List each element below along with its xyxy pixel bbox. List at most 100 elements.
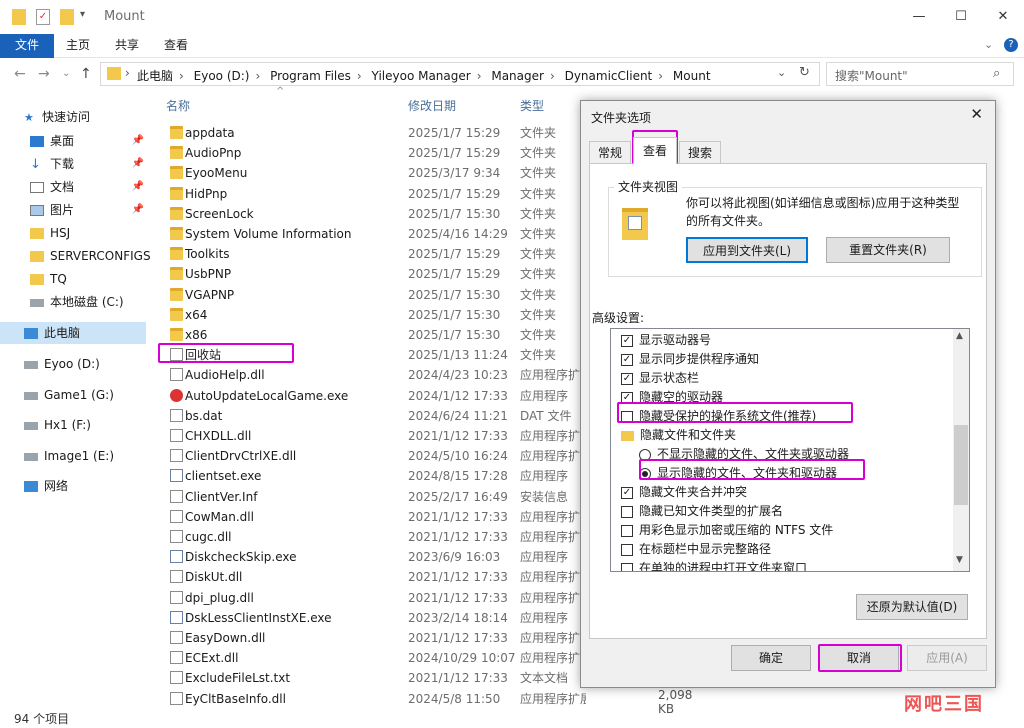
column-header-type[interactable]: 类型 — [520, 97, 544, 114]
customize-toolbar-icon[interactable]: ▾ — [80, 9, 94, 25]
file-row[interactable]: 回收站 2025/1/13 11:24 文件夹 — [166, 345, 586, 365]
file-row[interactable]: CowMan.dll 2021/1/12 17:33 应用程序扩展 — [166, 507, 586, 527]
file-row[interactable]: Toolkits 2025/1/7 15:29 文件夹 — [166, 244, 586, 264]
file-row[interactable]: EyooMenu 2025/3/17 9:34 文件夹 — [166, 163, 586, 183]
apply-to-folders-button[interactable]: 应用到文件夹(L) — [686, 237, 808, 263]
advanced-settings-list[interactable]: ✓ 显示驱动器号 ✓ 显示同步提供程序通知 ✓ 显示状态栏 ✓ 隐藏空的驱动器 隐藏受保护的操作… — [610, 328, 970, 572]
nav-item-image1-e[interactable]: Image1 (E:) — [0, 445, 150, 467]
crumb-eyoo-d[interactable]: Eyoo (D:) — [194, 69, 250, 83]
file-row[interactable]: CHXDLL.dll 2021/1/12 17:33 应用程序扩展 — [166, 426, 586, 446]
refresh-icon[interactable]: ↻ — [799, 65, 810, 80]
option-item[interactable]: 隐藏已知文件类型的扩展名 — [621, 502, 783, 520]
nav-item-eyoo-d[interactable]: Eyoo (D:) — [0, 353, 150, 375]
checkbox-unchecked[interactable] — [621, 562, 633, 571]
checkbox-checked[interactable]: ✓ — [621, 486, 633, 499]
checkbox-checked[interactable]: ✓ — [621, 372, 633, 385]
checkbox-checked[interactable]: ✓ — [621, 391, 633, 404]
file-row[interactable]: x64 2025/1/7 15:30 文件夹 — [166, 305, 586, 325]
crumb-manager[interactable]: Manager — [491, 69, 544, 83]
tab-view-options[interactable]: 查看 — [633, 137, 677, 164]
close-window-button[interactable]: ✕ — [988, 6, 1018, 28]
file-row[interactable]: ClientDrvCtrlXE.dll 2024/5/10 16:24 应用程序扩展 — [166, 446, 586, 466]
option-item[interactable]: 显示隐藏的文件、文件夹和驱动器 — [639, 464, 837, 482]
checkbox-unchecked[interactable] — [621, 524, 633, 537]
checkbox-unchecked[interactable] — [621, 505, 633, 518]
address-bar[interactable]: › 此电脑 › Eyoo (D:) › Program Files › Yileyoo… — [100, 62, 820, 86]
address-dropdown-icon[interactable]: ⌄ — [777, 66, 786, 79]
ok-button[interactable]: 确定 — [731, 645, 811, 671]
apply-button[interactable]: 应用(A) — [907, 645, 987, 671]
scrollbar-thumb[interactable] — [954, 425, 968, 505]
crumb-mount[interactable]: Mount — [673, 69, 711, 83]
option-item[interactable]: 在单独的进程中打开文件夹窗口 — [621, 559, 807, 571]
option-item[interactable]: ✓ 隐藏文件夹合并冲突 — [621, 483, 747, 501]
tab-view[interactable]: 查看 — [164, 34, 188, 58]
file-row[interactable]: appdata 2025/1/7 15:29 文件夹 — [166, 123, 586, 143]
nav-item-downloads[interactable]: ↓ 下载 📌 — [0, 153, 150, 175]
file-row[interactable]: AutoUpdateLocalGame.exe 2024/1/12 17:33 应用… — [166, 386, 586, 406]
cancel-button[interactable]: 取消 — [819, 645, 899, 671]
up-icon[interactable]: ↑ — [80, 66, 92, 82]
option-item[interactable]: ✓ 隐藏空的驱动器 — [621, 388, 723, 406]
option-item[interactable]: 用彩色显示加密或压缩的 NTFS 文件 — [621, 521, 833, 539]
nav-item-pictures[interactable]: 图片 📌 — [0, 199, 150, 221]
tab-share[interactable]: 共享 — [115, 34, 139, 58]
restore-defaults-button[interactable]: 还原为默认值(D) — [856, 594, 968, 620]
recent-dropdown-icon[interactable]: ⌄ — [62, 68, 70, 79]
option-item[interactable]: ✓ 显示同步提供程序通知 — [621, 350, 759, 368]
crumb-yileyoo-manager[interactable]: Yileyoo Manager — [372, 69, 471, 83]
column-header-date[interactable]: 修改日期 — [408, 97, 456, 114]
nav-item-serverconfigs[interactable]: SERVERCONFIGS$ — [0, 245, 150, 267]
file-row[interactable]: ExcludeFileLst.txt 2021/1/12 17:33 文本文档 — [166, 668, 586, 688]
nav-item-local-disk-c[interactable]: 本地磁盘 (C:) — [0, 291, 150, 313]
tab-file[interactable]: 文件 — [0, 34, 54, 58]
nav-item-documents[interactable]: 文档 📌 — [0, 176, 150, 198]
tab-home[interactable]: 主页 — [66, 34, 90, 58]
file-row[interactable]: x86 2025/1/7 15:30 文件夹 — [166, 325, 586, 345]
file-row[interactable]: DskLessClientInstXE.exe 2023/2/14 18:14 应用… — [166, 608, 586, 628]
nav-item-hsj[interactable]: HSJ — [0, 222, 150, 244]
checkbox-checked[interactable]: ✓ — [621, 334, 633, 347]
file-row[interactable]: ECExt.dll 2024/10/29 10:07 应用程序扩展 — [166, 648, 586, 668]
nav-item-quick-access[interactable]: ★ 快速访问 — [0, 106, 150, 128]
expand-ribbon-icon[interactable]: ⌄ — [984, 38, 993, 51]
reset-folders-button[interactable]: 重置文件夹(R) — [826, 237, 950, 263]
radio-selected[interactable] — [639, 467, 651, 480]
file-row[interactable]: AudioHelp.dll 2024/4/23 10:23 应用程序扩展 — [166, 365, 586, 385]
crumb-dynamicclient[interactable]: DynamicClient — [565, 69, 653, 83]
file-row[interactable]: dpi_plug.dll 2021/1/12 17:33 应用程序扩展 — [166, 588, 586, 608]
column-header-name[interactable]: 名称 — [166, 97, 190, 114]
file-row[interactable]: bs.dat 2024/6/24 11:21 DAT 文件 — [166, 406, 586, 426]
option-item[interactable]: 不显示隐藏的文件、文件夹或驱动器 — [639, 445, 849, 463]
file-row[interactable]: UsbPNP 2025/1/7 15:29 文件夹 — [166, 264, 586, 284]
file-row[interactable]: EasyDown.dll 2021/1/12 17:33 应用程序扩展 — [166, 628, 586, 648]
file-row[interactable]: ClientVer.Inf 2025/2/17 16:49 安装信息 — [166, 487, 586, 507]
tab-search[interactable]: 搜索 — [679, 141, 721, 163]
file-row[interactable]: System Volume Information 2025/4/16 14:29… — [166, 224, 586, 244]
maximize-button[interactable]: ☐ — [946, 6, 976, 28]
option-item[interactable]: ✓ 显示状态栏 — [621, 369, 699, 387]
checkbox-checked[interactable]: ✓ — [621, 353, 633, 366]
nav-item-desktop[interactable]: 桌面 📌 — [0, 130, 150, 152]
checkbox-unchecked[interactable] — [621, 410, 633, 423]
radio-unselected[interactable] — [639, 448, 651, 461]
scrollbar[interactable]: ▲ ▼ — [953, 329, 969, 571]
option-item[interactable]: 在标题栏中显示完整路径 — [621, 540, 771, 558]
nav-item-hx1-f[interactable]: Hx1 (F:) — [0, 414, 150, 436]
close-icon[interactable]: ✕ — [970, 105, 983, 123]
minimize-button[interactable]: — — [904, 6, 934, 28]
file-row[interactable]: cugc.dll 2021/1/12 17:33 应用程序扩展 — [166, 527, 586, 547]
search-input[interactable]: 搜索"Mount" ⌕ — [826, 62, 1014, 86]
nav-item-network[interactable]: 网络 — [0, 475, 150, 497]
back-icon[interactable]: ← — [14, 66, 26, 82]
file-row[interactable]: clientset.exe 2024/8/15 17:28 应用程序 — [166, 466, 586, 486]
crumb-this-pc[interactable]: 此电脑 — [137, 69, 173, 83]
file-row[interactable]: DiskUt.dll 2021/1/12 17:33 应用程序扩展 — [166, 567, 586, 587]
forward-icon[interactable]: → — [38, 66, 50, 82]
option-item[interactable]: ✓ 显示驱动器号 — [621, 331, 711, 349]
scroll-down-icon[interactable]: ▼ — [956, 555, 963, 565]
crumb-program-files[interactable]: Program Files — [270, 69, 351, 83]
file-row[interactable]: DiskcheckSkip.exe 2023/6/9 16:03 应用程序 — [166, 547, 586, 567]
tab-general[interactable]: 常规 — [589, 141, 631, 163]
file-row[interactable]: ScreenLock 2025/1/7 15:30 文件夹 — [166, 204, 586, 224]
